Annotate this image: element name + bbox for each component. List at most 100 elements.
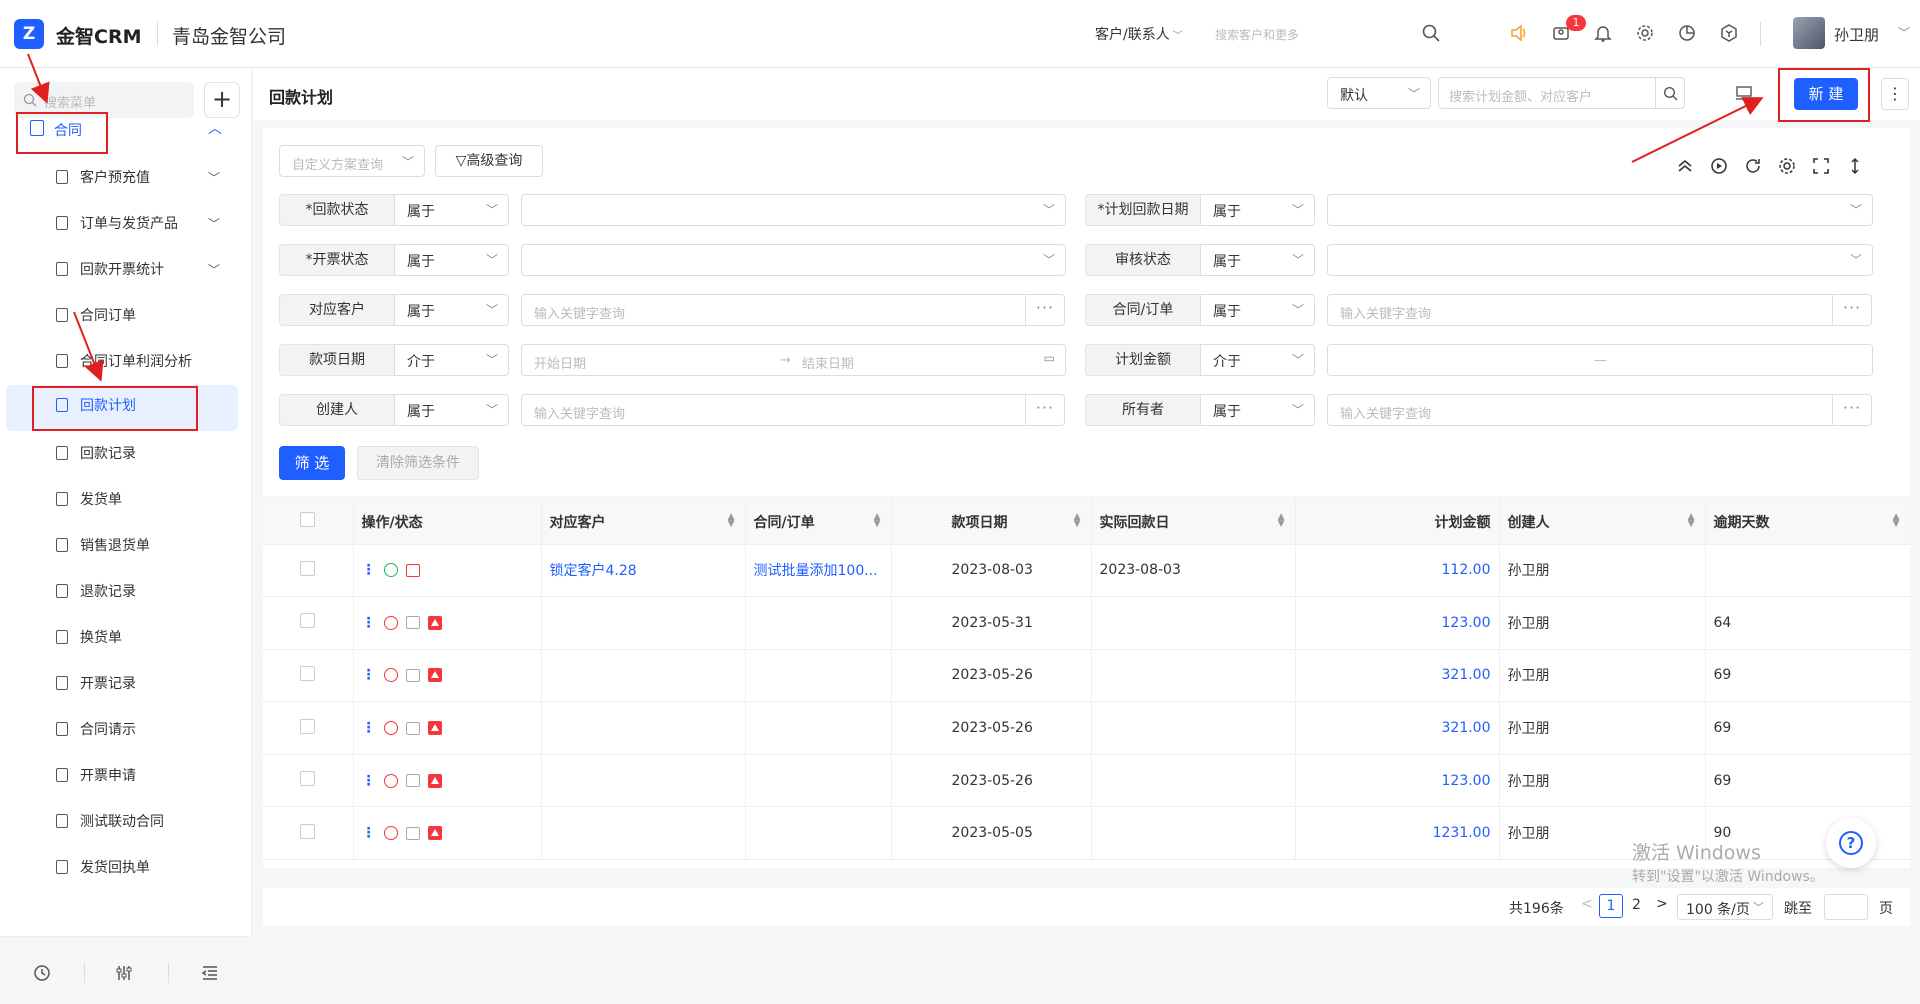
- contract-cell[interactable]: [745, 754, 892, 808]
- filter-value-select[interactable]: ﹀: [1327, 244, 1873, 276]
- chevron-up-icon[interactable]: ︿: [208, 118, 222, 138]
- warning-icon[interactable]: [427, 826, 442, 841]
- clear-filters-button[interactable]: 清除筛选条件: [357, 446, 479, 480]
- pie-chart-icon[interactable]: [1674, 20, 1700, 46]
- column-header[interactable]: 款项日期 ▲ ▼: [891, 500, 1092, 545]
- table-row[interactable]: ⋮ 2023-05-26 123.00 孙卫朋 69: [263, 754, 1910, 808]
- gear-icon[interactable]: [1777, 156, 1797, 176]
- row-checkbox[interactable]: [300, 613, 316, 629]
- chevron-down-icon[interactable]: ﹀: [1898, 24, 1910, 41]
- sidebar-item[interactable]: 客户预充值 ﹀: [0, 157, 252, 197]
- page-1-button[interactable]: 1: [1599, 894, 1623, 918]
- warning-icon[interactable]: [427, 615, 442, 630]
- record-search-input[interactable]: 搜索计划金额、对应客户: [1438, 77, 1656, 109]
- amount-cell[interactable]: 112.00: [1295, 544, 1500, 598]
- lookup-more-button[interactable]: ···: [1832, 394, 1872, 426]
- amount-range-input[interactable]: —: [1327, 344, 1873, 376]
- row-checkbox[interactable]: [300, 718, 316, 734]
- collapse-menu-icon[interactable]: [200, 963, 220, 983]
- status-unpaid-icon[interactable]: [383, 826, 398, 841]
- table-row[interactable]: ⋮ 2023-05-26 321.00 孙卫朋 69: [263, 649, 1910, 703]
- chevron-down-icon[interactable]: ﹀: [208, 261, 220, 278]
- lookup-more-button[interactable]: ···: [1025, 394, 1065, 426]
- sidebar-item[interactable]: 订单与发货产品 ﹀: [0, 203, 252, 243]
- sort-icon[interactable]: ▲ ▼: [1074, 513, 1081, 529]
- new-button[interactable]: 新 建: [1794, 78, 1858, 110]
- customer-cell[interactable]: [541, 596, 746, 650]
- filter-operator-select[interactable]: 属于 ﹀: [394, 294, 509, 326]
- row-height-icon[interactable]: [1845, 156, 1865, 176]
- username[interactable]: 孙卫朋: [1834, 24, 1879, 45]
- filter-value-input[interactable]: 输入关键字查询: [1327, 294, 1833, 326]
- collapse-up-icon[interactable]: [1675, 156, 1695, 176]
- invoice-icon[interactable]: [405, 774, 420, 788]
- sidebar-item[interactable]: 测试联动合同: [0, 801, 252, 841]
- customer-cell[interactable]: [541, 649, 746, 703]
- amount-cell[interactable]: 123.00: [1295, 596, 1500, 650]
- bell-icon[interactable]: [1590, 20, 1616, 46]
- table-row[interactable]: ⋮ 2023-05-26 321.00 孙卫朋 69: [263, 701, 1910, 755]
- sidebar-item[interactable]: 发货单: [0, 479, 252, 519]
- row-checkbox[interactable]: [300, 823, 316, 839]
- speaker-icon[interactable]: [1506, 20, 1532, 46]
- avatar[interactable]: [1793, 17, 1825, 49]
- sort-icon[interactable]: ▲ ▼: [1688, 513, 1695, 529]
- status-unpaid-icon[interactable]: [383, 615, 398, 630]
- sidebar-item[interactable]: 开票申请: [0, 755, 252, 795]
- global-search-input[interactable]: 搜索客户和更多: [1215, 26, 1299, 43]
- sidebar-item[interactable]: 开票记录: [0, 663, 252, 703]
- sort-icon[interactable]: ▲ ▼: [874, 513, 881, 529]
- prev-page-button[interactable]: <: [1581, 896, 1593, 912]
- status-paid-icon[interactable]: [383, 563, 398, 578]
- status-unpaid-icon[interactable]: [383, 721, 398, 736]
- sidebar-item[interactable]: 合同请示: [0, 709, 252, 749]
- amount-cell[interactable]: 321.00: [1295, 649, 1500, 703]
- contract-cell[interactable]: [745, 649, 892, 703]
- invoice-icon[interactable]: [405, 668, 420, 682]
- lookup-more-button[interactable]: ···: [1025, 294, 1065, 326]
- page-2-button[interactable]: 2: [1632, 897, 1641, 913]
- jump-page-input[interactable]: [1824, 894, 1868, 920]
- row-menu-icon[interactable]: ⋮: [362, 720, 376, 736]
- status-unpaid-icon[interactable]: [383, 773, 398, 788]
- monitor-icon[interactable]: [1735, 84, 1753, 102]
- row-menu-icon[interactable]: ⋮: [362, 615, 376, 631]
- view-select[interactable]: 默认 ﹀: [1327, 77, 1431, 109]
- filter-operator-select[interactable]: 属于 ﹀: [1200, 244, 1315, 276]
- filter-value-input[interactable]: 输入关键字查询: [521, 394, 1026, 426]
- amount-cell[interactable]: 1231.00: [1295, 806, 1500, 861]
- invoice-icon[interactable]: [405, 826, 420, 840]
- chevron-down-icon[interactable]: ﹀: [208, 169, 220, 186]
- row-menu-icon[interactable]: ⋮: [362, 773, 376, 789]
- column-header[interactable]: 实际回款日 ▲ ▼: [1091, 500, 1296, 545]
- column-header[interactable]: 合同/订单 ▲ ▼: [745, 500, 892, 545]
- filter-button[interactable]: 筛 选: [279, 446, 345, 480]
- gear-icon[interactable]: [1632, 20, 1658, 46]
- filter-value-input[interactable]: 输入关键字查询: [1327, 394, 1833, 426]
- sliders-icon[interactable]: [114, 963, 134, 983]
- sort-icon[interactable]: ▲ ▼: [1278, 513, 1285, 529]
- contract-cell[interactable]: 测试批量添加100...: [745, 544, 892, 598]
- refresh-icon[interactable]: [1743, 156, 1763, 176]
- row-menu-icon[interactable]: ⋮: [362, 562, 376, 578]
- contract-cell[interactable]: [745, 806, 892, 861]
- fullscreen-icon[interactable]: [1811, 156, 1831, 176]
- search-button[interactable]: [1655, 77, 1685, 109]
- filter-operator-select[interactable]: 属于 ﹀: [394, 244, 509, 276]
- date-range-input[interactable]: 开始日期 → 结束日期 ▭: [521, 344, 1066, 376]
- filter-value-select[interactable]: ﹀: [521, 244, 1066, 276]
- customer-cell[interactable]: [541, 806, 746, 861]
- search-type-select[interactable]: 客户/联系人 ﹀: [1095, 24, 1183, 44]
- help-button[interactable]: ?: [1826, 818, 1876, 868]
- row-checkbox[interactable]: [300, 771, 316, 787]
- warning-icon[interactable]: [427, 721, 442, 736]
- row-checkbox[interactable]: [300, 560, 316, 576]
- row-menu-icon[interactable]: ⋮: [362, 825, 376, 841]
- invoice-icon[interactable]: [405, 563, 420, 577]
- invoice-icon[interactable]: [405, 616, 420, 630]
- chevron-down-icon[interactable]: ﹀: [208, 215, 220, 232]
- menu-group-contract[interactable]: 合同: [54, 120, 82, 140]
- sidebar-item[interactable]: 退款记录: [0, 571, 252, 611]
- table-row[interactable]: ⋮ 2023-05-31 123.00 孙卫朋 64: [263, 596, 1910, 650]
- sort-icon[interactable]: ▲ ▼: [728, 513, 735, 529]
